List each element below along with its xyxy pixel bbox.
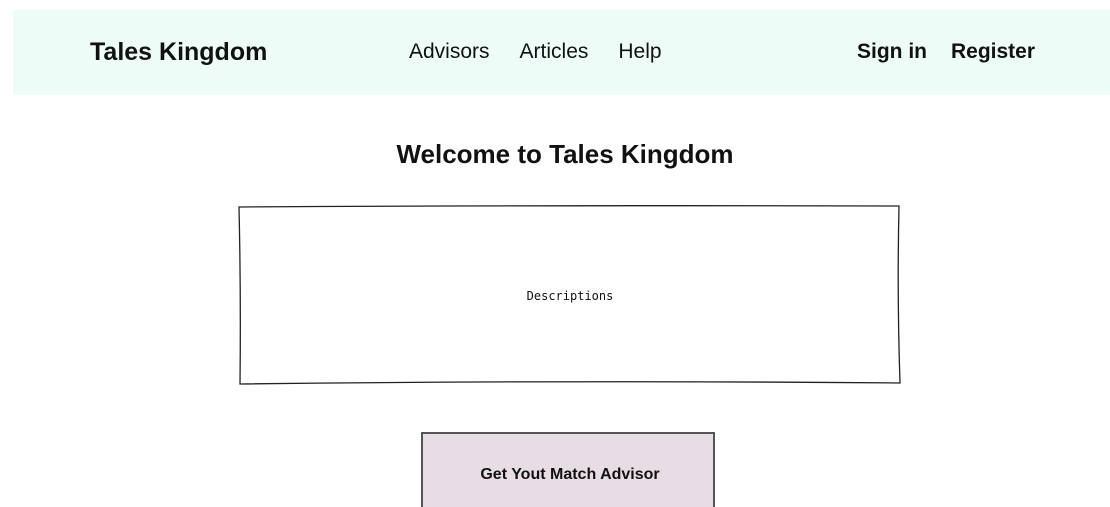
nav-link-help[interactable]: Help <box>618 39 661 65</box>
register-link[interactable]: Register <box>951 39 1035 65</box>
description-text: Descriptions <box>526 289 614 303</box>
main-nav: Advisors Articles Help <box>409 39 662 65</box>
brand-logo-text[interactable]: Tales Kingdom <box>90 37 267 67</box>
get-match-advisor-button[interactable]: Get Yout Match Advisor <box>421 432 715 507</box>
page-title: Welcome to Tales Kingdom <box>396 139 734 169</box>
auth-links: Sign in Register <box>857 39 1035 65</box>
sign-in-link[interactable]: Sign in <box>857 39 927 65</box>
nav-link-articles[interactable]: Articles <box>520 39 589 65</box>
page: Tales Kingdom Advisors Articles Help Sig… <box>0 0 1110 507</box>
nav-link-advisors[interactable]: Advisors <box>409 39 490 65</box>
description-box: Descriptions <box>238 204 902 386</box>
top-navbar: Tales Kingdom Advisors Articles Help Sig… <box>13 10 1110 95</box>
get-match-advisor-label: Get Yout Match Advisor <box>480 466 660 483</box>
